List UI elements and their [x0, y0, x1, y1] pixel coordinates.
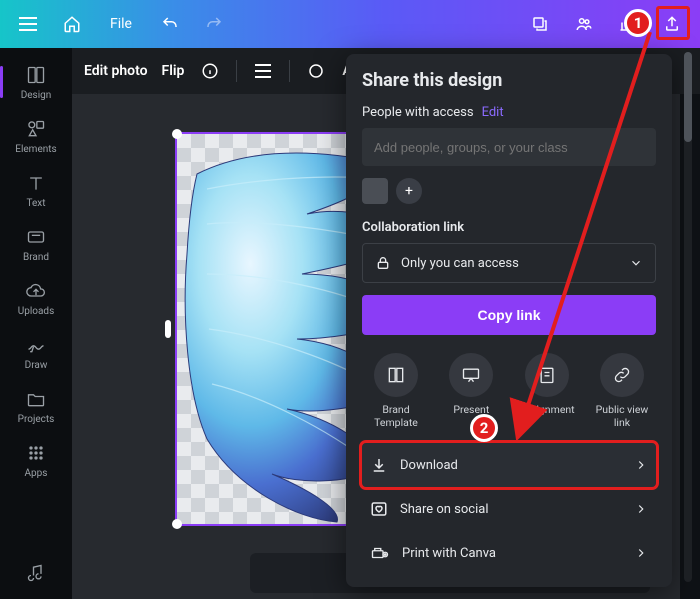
- left-sidebar: Design Elements Text Brand Uploads Draw …: [0, 48, 72, 599]
- action-label: Download: [400, 458, 458, 473]
- brand-icon: [25, 226, 47, 248]
- tile-label: Brand Template: [362, 403, 430, 429]
- share-icon[interactable]: [654, 6, 690, 42]
- action-label: Share on social: [400, 502, 489, 517]
- access-edit-link[interactable]: Edit: [482, 105, 504, 120]
- collab-link-label: Collaboration link: [362, 220, 656, 235]
- sidebar-item-label: Brand: [23, 252, 49, 263]
- collaborators-icon[interactable]: [566, 6, 602, 42]
- sidebar-item-draw[interactable]: Draw: [0, 326, 72, 378]
- projects-icon: [25, 388, 47, 410]
- assignment-icon: [537, 365, 557, 385]
- template-icon: [386, 365, 406, 385]
- add-people-input[interactable]: [362, 128, 656, 166]
- access-label: People with access: [362, 105, 474, 120]
- tile-brand-template[interactable]: Brand Template: [362, 353, 430, 429]
- sidebar-item-label: Apps: [25, 468, 48, 479]
- text-icon: [25, 172, 47, 194]
- avatar: [362, 178, 388, 204]
- hamburger-icon[interactable]: [251, 59, 275, 83]
- heart-icon: [370, 500, 388, 518]
- add-person-button[interactable]: +: [396, 178, 422, 204]
- copy-link-button[interactable]: Copy link: [362, 295, 656, 335]
- present-icon: [461, 365, 481, 385]
- home-icon[interactable]: [54, 6, 90, 42]
- edit-photo-button[interactable]: Edit photo: [84, 63, 148, 79]
- sidebar-item-label: Draw: [25, 360, 48, 371]
- separator: [289, 60, 290, 82]
- action-label: Print with Canva: [402, 546, 496, 561]
- animate-icon[interactable]: [304, 59, 328, 83]
- resize-icon[interactable]: [522, 6, 558, 42]
- draw-icon: [25, 334, 47, 356]
- sidebar-item-projects[interactable]: Projects: [0, 380, 72, 432]
- sidebar-item-text[interactable]: Text: [0, 164, 72, 216]
- chevron-right-icon: [634, 502, 648, 516]
- tile-present[interactable]: Present: [437, 353, 505, 429]
- action-print[interactable]: Print with Canva: [362, 531, 656, 575]
- insights-icon[interactable]: [610, 6, 646, 42]
- tile-label: Present: [453, 403, 489, 416]
- chevron-right-icon: [634, 546, 648, 560]
- file-menu-button[interactable]: File: [98, 6, 144, 42]
- share-panel: Share this design People with access Edi…: [346, 54, 672, 587]
- tile-label: Assignment: [519, 403, 575, 416]
- undo-icon[interactable]: [152, 6, 188, 42]
- link-access-select[interactable]: Only you can access: [362, 243, 656, 283]
- uploads-icon: [25, 280, 47, 302]
- sidebar-item-label: Design: [21, 90, 52, 101]
- sidebar-item-elements[interactable]: Elements: [0, 110, 72, 162]
- resize-handle[interactable]: [172, 519, 182, 529]
- scroll-thumb[interactable]: [684, 52, 692, 142]
- elements-icon: [25, 118, 47, 140]
- sidebar-item-brand[interactable]: Brand: [0, 218, 72, 270]
- print-icon: [370, 544, 390, 562]
- lock-icon: [375, 255, 391, 271]
- separator: [236, 60, 237, 82]
- design-icon: [25, 64, 47, 86]
- sidebar-item-uploads[interactable]: Uploads: [0, 272, 72, 324]
- select-value: Only you can access: [401, 256, 519, 271]
- panel-title: Share this design: [362, 70, 656, 91]
- sidebar-item-audio[interactable]: [0, 547, 72, 599]
- sidebar-item-label: Projects: [18, 414, 55, 425]
- apps-icon: [25, 442, 47, 464]
- sidebar-item-design[interactable]: Design: [0, 56, 72, 108]
- audio-icon: [25, 562, 47, 584]
- action-download[interactable]: Download: [362, 443, 656, 487]
- tile-public-view-link[interactable]: Public view link: [588, 353, 656, 429]
- info-icon[interactable]: [198, 59, 222, 83]
- sidebar-item-label: Uploads: [18, 306, 54, 317]
- scrollbar[interactable]: [684, 52, 692, 582]
- action-share-social[interactable]: Share on social: [362, 487, 656, 531]
- download-icon: [370, 456, 388, 474]
- resize-handle[interactable]: [165, 320, 171, 338]
- chevron-right-icon: [634, 458, 648, 472]
- redo-icon[interactable]: [196, 6, 232, 42]
- tile-assignment[interactable]: Assignment: [513, 353, 581, 429]
- sidebar-item-label: Elements: [15, 144, 56, 155]
- flip-button[interactable]: Flip: [162, 63, 185, 79]
- resize-handle[interactable]: [172, 129, 182, 139]
- chevron-down-icon: [629, 256, 643, 270]
- link-icon: [612, 365, 632, 385]
- sidebar-item-apps[interactable]: Apps: [0, 434, 72, 486]
- topbar: File: [0, 0, 700, 48]
- menu-icon[interactable]: [10, 6, 46, 42]
- sidebar-item-label: Text: [26, 198, 45, 209]
- tile-label: Public view link: [588, 403, 656, 429]
